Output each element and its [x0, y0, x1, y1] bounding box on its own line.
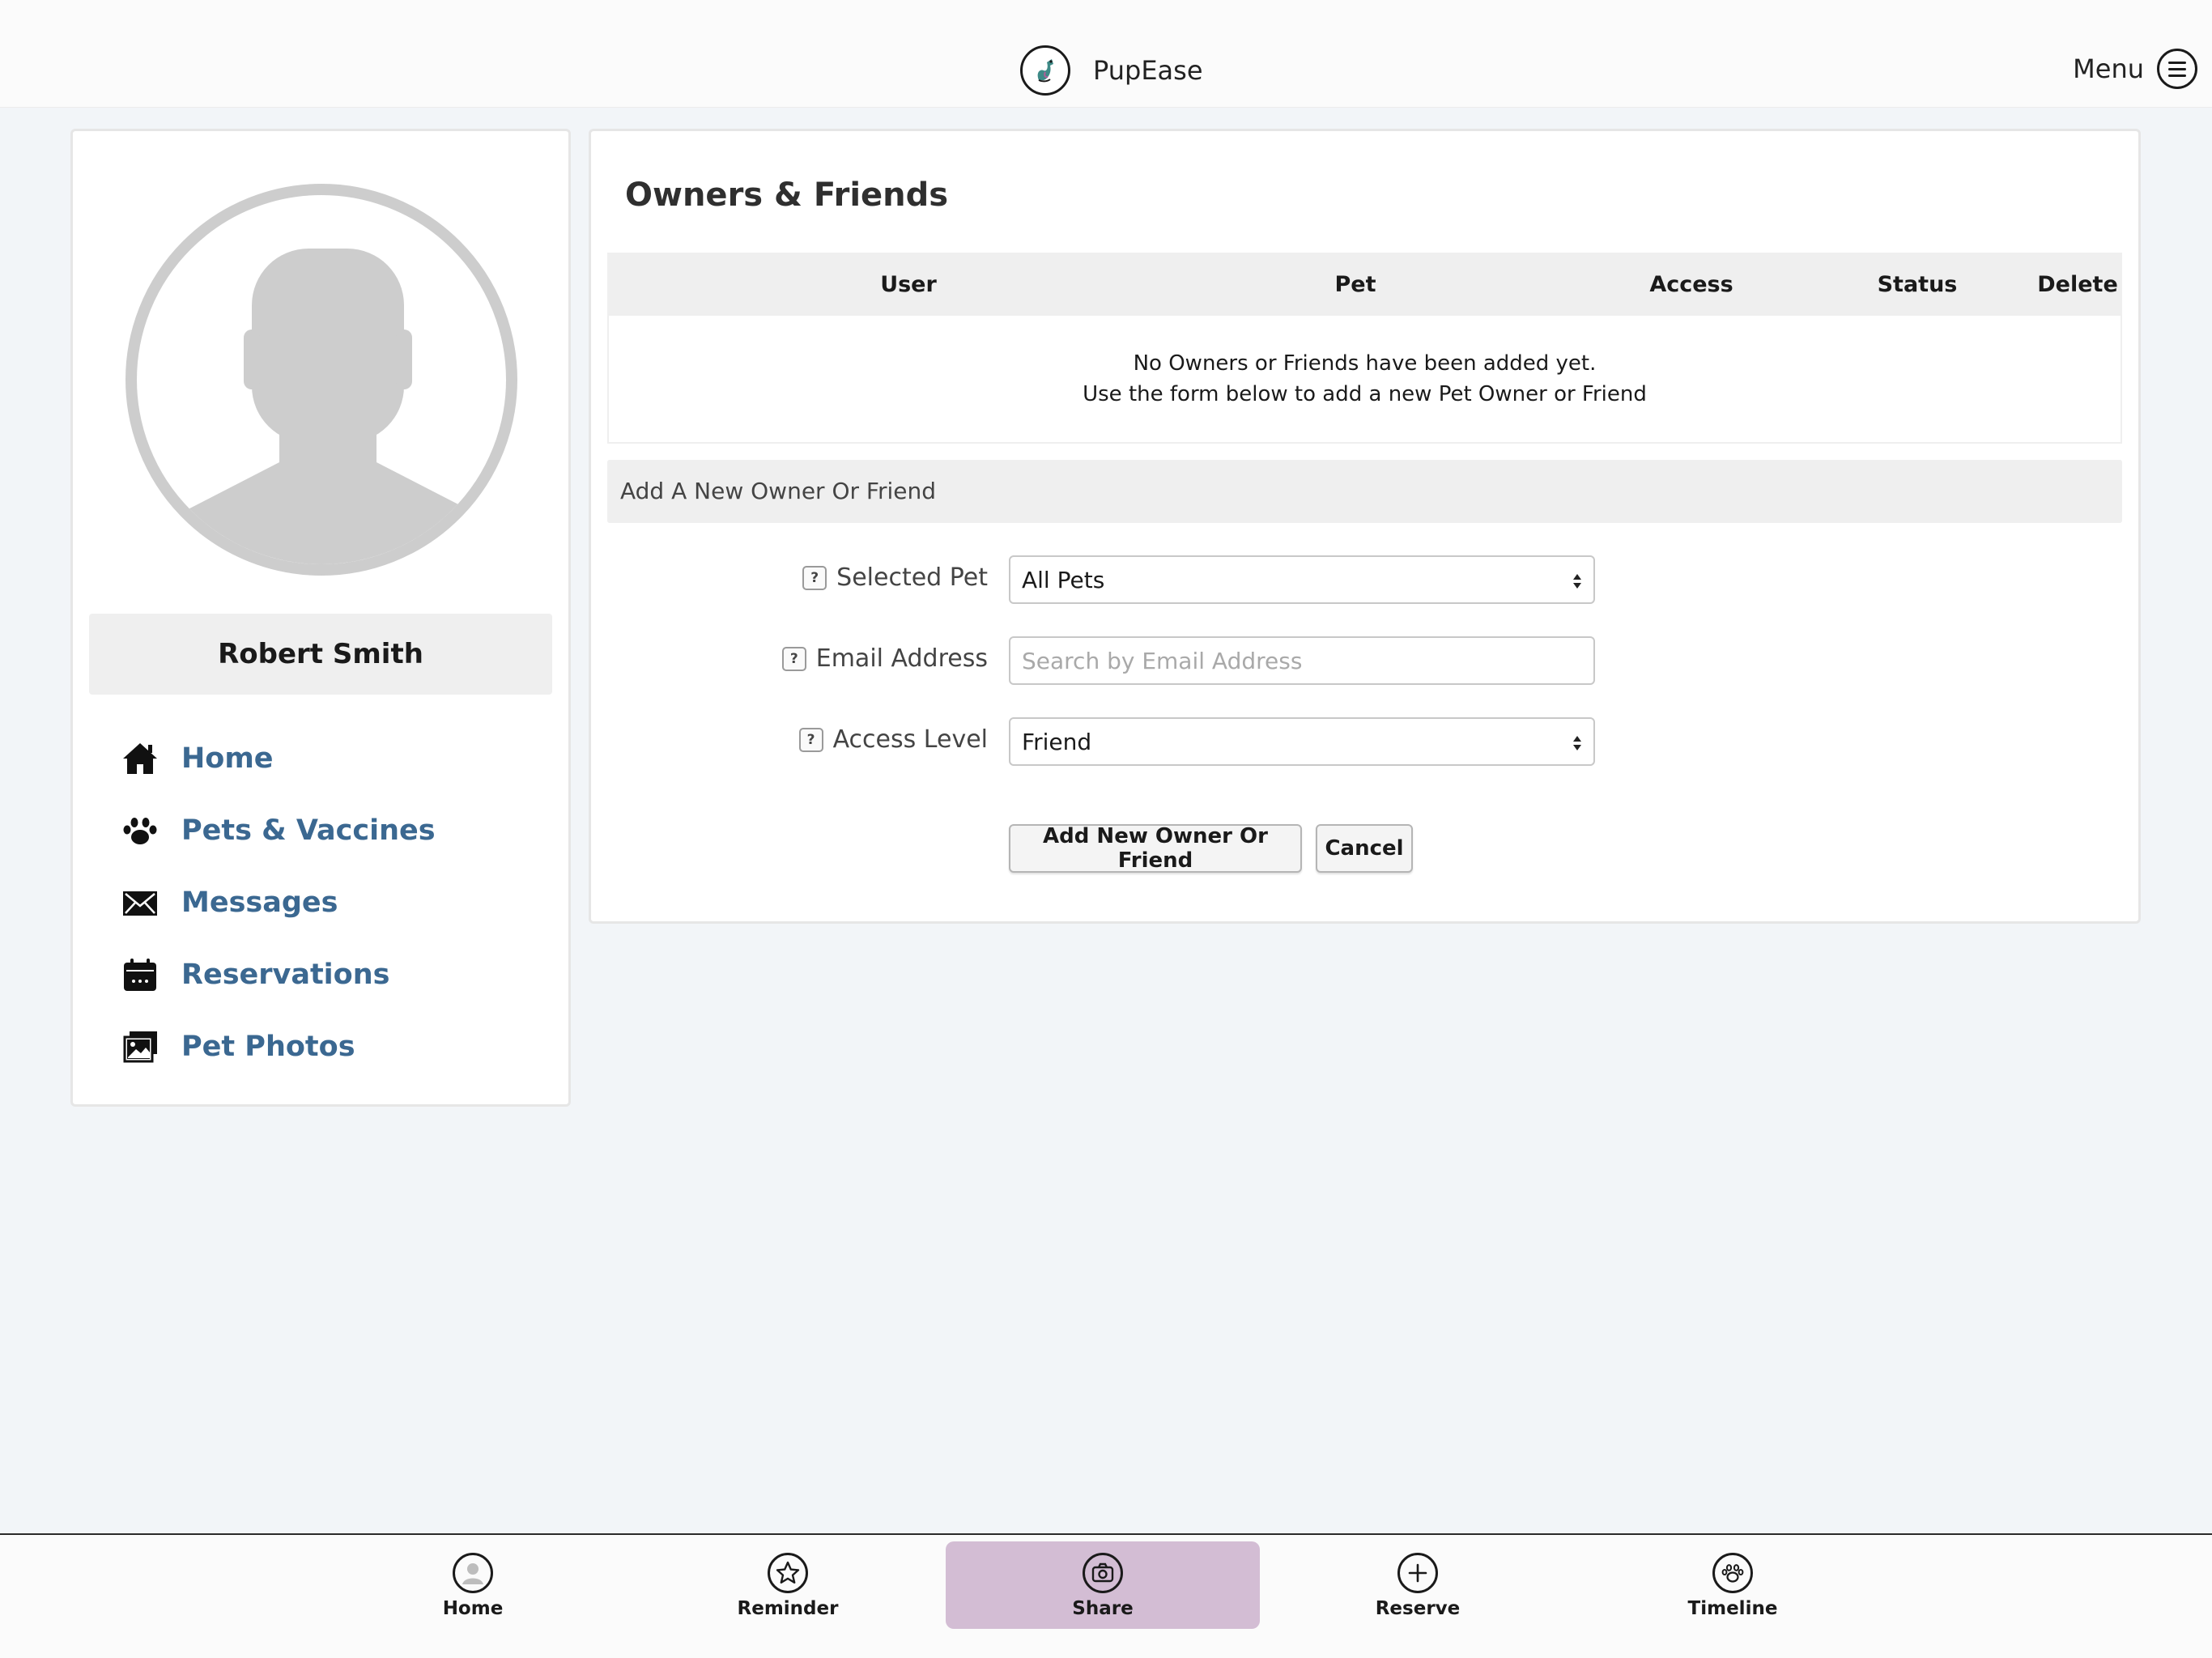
sidebar-item-pet-photos[interactable]: Pet Photos	[120, 1010, 541, 1082]
menu-button[interactable]: Menu	[2073, 47, 2197, 91]
add-owner-form-heading: Add A New Owner Or Friend	[607, 460, 2122, 523]
brand[interactable]: PupEase	[1020, 45, 1203, 96]
access-level-select[interactable]: Friend	[1009, 717, 1595, 766]
empty-message-line: Use the form below to add a new Pet Owne…	[1083, 382, 1647, 406]
paw-circle-icon	[1712, 1553, 1753, 1593]
tab-timeline[interactable]: Timeline	[1576, 1541, 1890, 1629]
email-label-text: Email Address	[815, 644, 988, 673]
help-icon[interactable]: ?	[781, 646, 806, 671]
cancel-button[interactable]: Cancel	[1316, 824, 1413, 873]
sidebar-item-label: Pets & Vaccines	[181, 814, 436, 847]
tab-reserve[interactable]: Reserve	[1261, 1541, 1575, 1629]
table-header: User Pet Access Status Delete	[607, 253, 2122, 316]
access-level-value: Friend	[1022, 728, 1092, 755]
menu-label: Menu	[2073, 53, 2144, 84]
selected-pet-row: ? Selected Pet All Pets	[591, 555, 2143, 604]
column-header-user: User	[880, 272, 937, 297]
bottom-tab-bar: Home Reminder Share Reserve Timeline	[0, 1533, 2212, 1658]
star-icon	[768, 1553, 808, 1593]
selected-pet-select[interactable]: All Pets	[1009, 555, 1595, 604]
selected-pet-value: All Pets	[1022, 566, 1105, 593]
sidebar-item-label: Home	[181, 742, 274, 775]
user-circle-icon	[453, 1553, 493, 1593]
envelope-icon	[120, 882, 160, 923]
email-field[interactable]	[1009, 636, 1595, 685]
home-icon	[120, 738, 160, 779]
selected-pet-label-text: Selected Pet	[836, 563, 988, 592]
tab-label: Timeline	[1687, 1598, 1778, 1619]
sidebar-nav: Home Pets & Vaccines Messages Reservatio…	[120, 722, 541, 1082]
tab-share[interactable]: Share	[946, 1541, 1260, 1629]
add-owner-button[interactable]: Add New Owner Or Friend	[1009, 824, 1302, 873]
sidebar-item-messages[interactable]: Messages	[120, 866, 541, 938]
calendar-icon	[120, 954, 160, 995]
column-header-pet: Pet	[1334, 272, 1376, 297]
column-header-status: Status	[1877, 272, 1958, 297]
email-row: ? Email Address	[591, 636, 2143, 685]
sidebar-item-reservations[interactable]: Reservations	[120, 938, 541, 1010]
profile-name: Robert Smith	[89, 614, 552, 695]
sidebar-item-label: Reservations	[181, 958, 390, 991]
access-level-label: ? Access Level	[798, 725, 988, 754]
owners-friends-card: Owners & Friends User Pet Access Status …	[589, 129, 2141, 924]
access-level-label-text: Access Level	[832, 725, 988, 754]
hamburger-icon	[2157, 49, 2197, 89]
access-level-row: ? Access Level Friend	[591, 717, 2143, 766]
tab-home[interactable]: Home	[316, 1541, 630, 1629]
top-header: PupEase Menu	[0, 0, 2212, 108]
select-arrows-icon	[1573, 736, 1581, 750]
paw-icon	[120, 810, 160, 851]
email-label: ? Email Address	[781, 644, 988, 673]
tab-label: Reminder	[737, 1598, 839, 1619]
user-silhouette-icon	[169, 249, 487, 564]
tab-reminder[interactable]: Reminder	[631, 1541, 945, 1629]
table-empty-message: No Owners or Friends have been added yet…	[607, 316, 2122, 444]
app-name: PupEase	[1093, 55, 1203, 86]
sidebar-item-label: Pet Photos	[181, 1030, 355, 1063]
sidebar-item-home[interactable]: Home	[120, 722, 541, 794]
page-title: Owners & Friends	[625, 176, 949, 214]
sidebar-item-label: Messages	[181, 886, 338, 919]
sidebar-item-pets-vaccines[interactable]: Pets & Vaccines	[120, 794, 541, 866]
tab-label: Home	[442, 1598, 504, 1619]
profile-card: Robert Smith Home Pets & Vaccines Messag…	[70, 129, 571, 1107]
column-header-delete: Delete	[2037, 272, 2118, 297]
column-header-access: Access	[1649, 272, 1733, 297]
pupease-logo-icon	[1020, 45, 1070, 96]
help-icon[interactable]: ?	[798, 727, 823, 752]
avatar	[125, 184, 517, 576]
tab-label: Share	[1072, 1598, 1134, 1619]
selected-pet-label: ? Selected Pet	[802, 563, 988, 592]
help-icon[interactable]: ?	[802, 565, 827, 590]
select-arrows-icon	[1573, 574, 1581, 589]
empty-message-line: No Owners or Friends have been added yet…	[1133, 351, 1597, 376]
tab-label: Reserve	[1375, 1598, 1461, 1619]
camera-icon	[1083, 1553, 1123, 1593]
photos-icon	[120, 1027, 160, 1067]
plus-icon	[1397, 1553, 1438, 1593]
